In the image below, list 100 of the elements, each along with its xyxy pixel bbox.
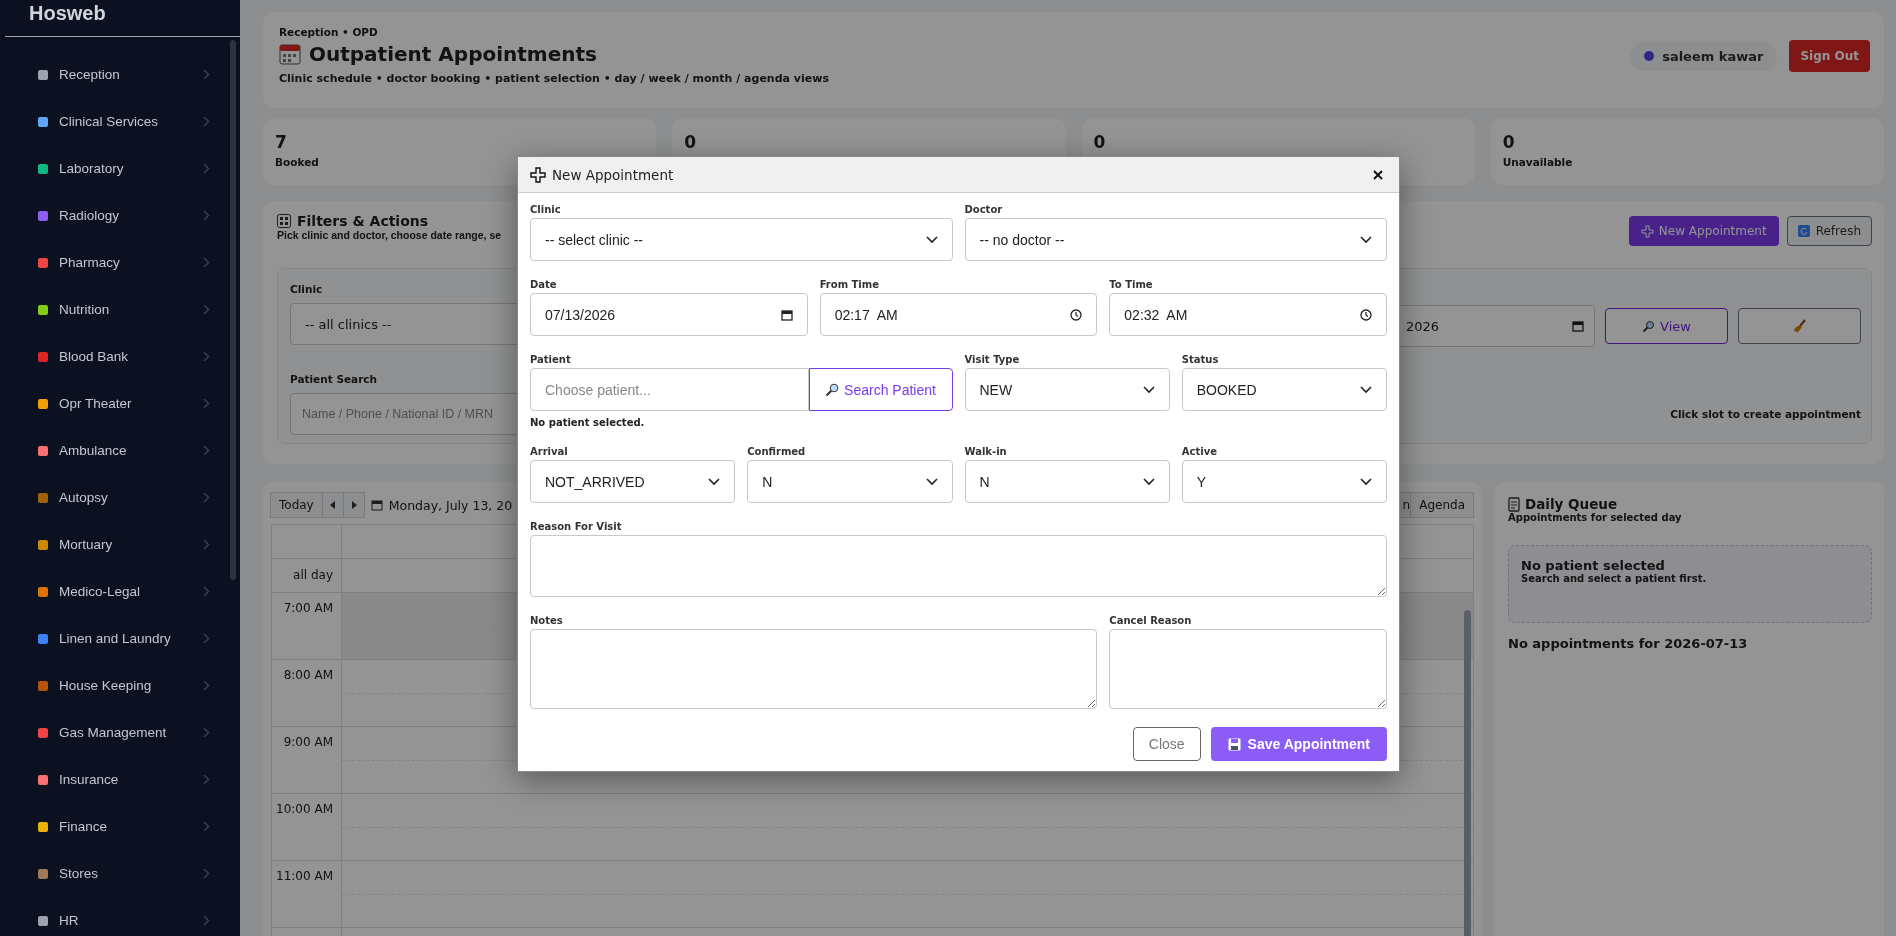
chevron-icon [203, 821, 210, 832]
status-dot [1644, 51, 1655, 61]
select-field[interactable]: N [747, 460, 953, 503]
empty-state-text: Search and select a patient first. [1521, 573, 1708, 584]
chevron-icon [203, 680, 210, 691]
chevron-icon [203, 539, 210, 550]
field-label: Reason For Visit [530, 521, 623, 532]
select-field[interactable]: BOOKED [1181, 368, 1387, 411]
sidebar-item[interactable]: Nutrition [0, 286, 240, 333]
module-icon [37, 397, 49, 410]
section-title: Filters & Actions [297, 213, 429, 229]
chevron-icon [203, 351, 210, 362]
field-label: Cancel Reason [1109, 615, 1193, 626]
chevron-icon [1360, 235, 1372, 244]
broom-icon [1791, 318, 1808, 334]
clear-button[interactable] [1738, 308, 1861, 344]
scrollbar[interactable] [1464, 610, 1471, 936]
select-field[interactable]: Y [1181, 460, 1387, 503]
module-icon [37, 68, 49, 81]
field-label: Doctor [964, 204, 1004, 215]
time-label: 11:00 AM [276, 869, 333, 883]
chevron-icon [1360, 477, 1372, 486]
field-label: Clinic [290, 283, 323, 295]
sidebar-item[interactable]: Laboratory [0, 145, 240, 192]
select-field[interactable]: N [964, 460, 1170, 503]
module-icon [37, 115, 49, 128]
select-field[interactable]: NEW [964, 368, 1170, 411]
module-icon [37, 444, 49, 457]
chevron-icon [203, 116, 210, 127]
view-tab[interactable]: Agenda [1410, 492, 1474, 518]
close-icon [1373, 169, 1383, 180]
select-field[interactable]: -- select clinic -- [530, 218, 953, 261]
time-field[interactable]: 02:32 AM [1109, 293, 1387, 336]
sidebar-item[interactable]: Reception [0, 51, 240, 98]
select-field[interactable]: NOT_ARRIVED [530, 460, 736, 503]
module-icon [37, 350, 49, 363]
time-field[interactable]: 02:17 AM [819, 293, 1098, 336]
sidebar-item[interactable]: Radiology [0, 192, 240, 239]
select-field[interactable]: -- no doctor -- [964, 218, 1387, 261]
today-button[interactable]: Today [270, 492, 323, 518]
all-day-label: all day [272, 559, 342, 592]
sidebar-item[interactable]: House Keeping [0, 662, 240, 709]
chevron-icon [203, 445, 210, 456]
chevron-icon [203, 774, 210, 785]
new-appointment-button[interactable]: New Appointment [1628, 216, 1779, 246]
sidebar-item[interactable]: Clinical Services [0, 98, 240, 145]
save-appointment-button[interactable]: Save Appointment [1210, 727, 1387, 761]
user-chip[interactable]: saleem kawar [1630, 41, 1778, 71]
cancel-reason-field[interactable] [1109, 629, 1387, 709]
search-icon [825, 382, 840, 397]
time-label: 7:00 AM [283, 601, 333, 615]
field-label: Arrival [530, 446, 569, 457]
view-button[interactable]: View [1605, 308, 1728, 344]
sidebar-item[interactable]: HR [0, 897, 240, 936]
module-icon [37, 867, 49, 880]
scrollbar[interactable] [230, 40, 236, 580]
sidebar-item[interactable]: Linen and Laundry [0, 615, 240, 662]
sidebar-item[interactable]: Autopsy [0, 474, 240, 521]
time-label: 9:00 AM [283, 735, 333, 749]
sidebar-item[interactable]: Insurance [0, 756, 240, 803]
module-icon [37, 538, 49, 551]
module-icon [37, 679, 49, 692]
previous-button[interactable] [321, 492, 344, 518]
sidebar-item[interactable]: Medico-Legal [0, 568, 240, 615]
sidebar-item[interactable]: Mortuary [0, 521, 240, 568]
refresh-icon [1797, 225, 1810, 237]
empty-state-title: No patient selected [1521, 558, 1666, 573]
sidebar-item[interactable]: Finance [0, 803, 240, 850]
section-subtitle: Appointments for selected day [1508, 512, 1683, 523]
clock-icon [1070, 308, 1083, 321]
chevron-icon [925, 235, 938, 244]
breadcrumb: Reception • OPD [279, 26, 379, 38]
chevron-icon [203, 210, 210, 221]
stat-value: 7 [275, 132, 288, 152]
notes-field[interactable] [530, 629, 1098, 709]
chevron-icon [203, 915, 210, 926]
chevron-icon [1142, 477, 1155, 486]
calendar-icon [1572, 320, 1584, 332]
clock-icon [1360, 308, 1372, 321]
module-icon [37, 773, 49, 786]
search-icon [1642, 319, 1656, 333]
plus-icon [1640, 224, 1654, 238]
dialog-title: New Appointment [552, 166, 674, 183]
reason-field[interactable] [530, 535, 1387, 597]
sidebar-item[interactable]: Opr Theater [0, 380, 240, 427]
chevron-icon [203, 69, 210, 80]
next-button[interactable] [342, 492, 365, 518]
patient-field[interactable]: Choose patient... [530, 368, 809, 411]
chevron-icon [203, 633, 210, 644]
sidebar-item[interactable]: Stores [0, 850, 240, 897]
module-icon [37, 491, 49, 504]
sidebar-item[interactable]: Pharmacy [0, 239, 240, 286]
sidebar-item[interactable]: Ambulance [0, 427, 240, 474]
sidebar-item[interactable]: Gas Management [0, 709, 240, 756]
close-button[interactable]: Close [1132, 727, 1201, 761]
date-field[interactable]: 07/13/2026 [530, 293, 808, 336]
field-label: To Time [1109, 279, 1154, 290]
sidebar-item[interactable]: Blood Bank [0, 333, 240, 380]
search-patient-button[interactable]: Search Patient [808, 368, 953, 411]
refresh-button[interactable]: Refresh [1786, 216, 1872, 246]
